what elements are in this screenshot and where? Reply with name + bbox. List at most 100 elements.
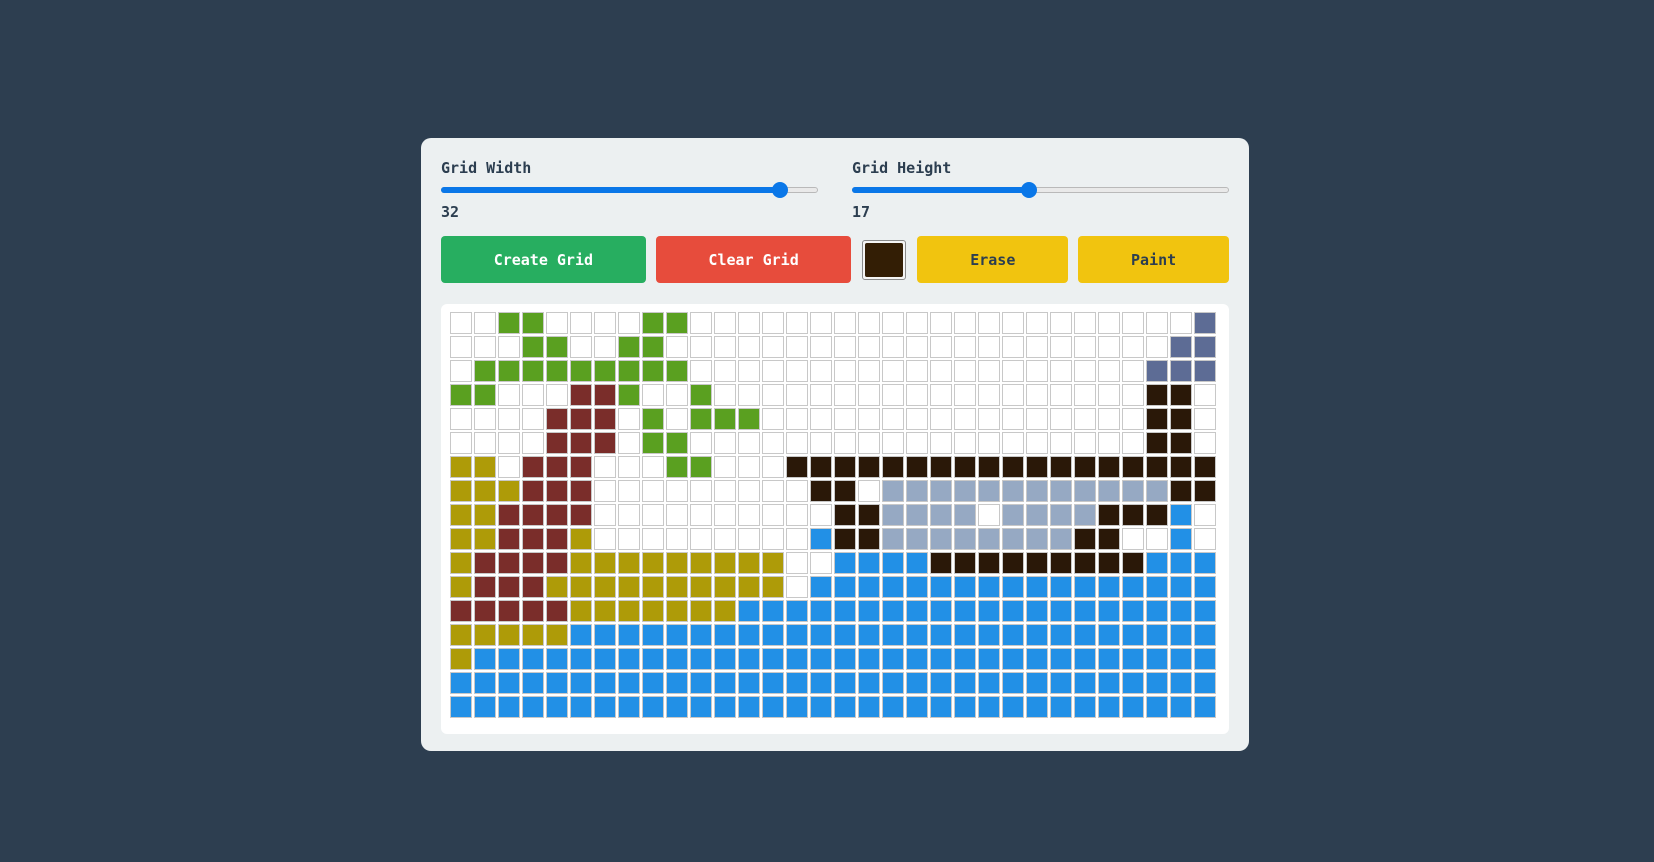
grid-cell[interactable]	[690, 624, 712, 646]
grid-cell[interactable]	[546, 600, 568, 622]
grid-cell[interactable]	[498, 432, 520, 454]
grid-cell[interactable]	[546, 312, 568, 334]
grid-cell[interactable]	[1050, 672, 1072, 694]
grid-cell[interactable]	[978, 576, 1000, 598]
grid-cell[interactable]	[546, 552, 568, 574]
grid-cell[interactable]	[1050, 696, 1072, 718]
grid-cell[interactable]	[690, 336, 712, 358]
grid-cell[interactable]	[978, 384, 1000, 406]
grid-cell[interactable]	[954, 576, 976, 598]
grid-cell[interactable]	[810, 408, 832, 430]
grid-cell[interactable]	[1074, 552, 1096, 574]
grid-cell[interactable]	[762, 672, 784, 694]
grid-cell[interactable]	[666, 312, 688, 334]
grid-cell[interactable]	[570, 360, 592, 382]
grid-cell[interactable]	[882, 336, 904, 358]
grid-cell[interactable]	[570, 480, 592, 502]
grid-cell[interactable]	[978, 504, 1000, 526]
grid-cell[interactable]	[1122, 528, 1144, 550]
grid-cell[interactable]	[522, 432, 544, 454]
grid-cell[interactable]	[690, 696, 712, 718]
grid-cell[interactable]	[666, 528, 688, 550]
grid-cell[interactable]	[738, 408, 760, 430]
grid-cell[interactable]	[1050, 384, 1072, 406]
grid-cell[interactable]	[474, 312, 496, 334]
grid-cell[interactable]	[1026, 576, 1048, 598]
grid-cell[interactable]	[762, 600, 784, 622]
grid-cell[interactable]	[450, 360, 472, 382]
grid-cell[interactable]	[666, 360, 688, 382]
grid-cell[interactable]	[1074, 360, 1096, 382]
grid-cell[interactable]	[450, 408, 472, 430]
grid-cell[interactable]	[1146, 552, 1168, 574]
grid-cell[interactable]	[642, 360, 664, 382]
grid-cell[interactable]	[714, 408, 736, 430]
grid-cell[interactable]	[882, 600, 904, 622]
grid-cell[interactable]	[1074, 576, 1096, 598]
grid-cell[interactable]	[1026, 528, 1048, 550]
grid-cell[interactable]	[930, 360, 952, 382]
grid-cell[interactable]	[1074, 384, 1096, 406]
grid-cell[interactable]	[930, 696, 952, 718]
grid-cell[interactable]	[474, 432, 496, 454]
grid-cell[interactable]	[666, 552, 688, 574]
grid-cell[interactable]	[738, 504, 760, 526]
grid-cell[interactable]	[1074, 432, 1096, 454]
grid-cell[interactable]	[642, 672, 664, 694]
grid-cell[interactable]	[450, 576, 472, 598]
grid-cell[interactable]	[1170, 504, 1192, 526]
grid-cell[interactable]	[618, 384, 640, 406]
grid-cell[interactable]	[882, 312, 904, 334]
grid-cell[interactable]	[450, 672, 472, 694]
grid-cell[interactable]	[690, 600, 712, 622]
grid-cell[interactable]	[762, 552, 784, 574]
grid-cell[interactable]	[1098, 504, 1120, 526]
grid-cell[interactable]	[690, 432, 712, 454]
grid-cell[interactable]	[594, 312, 616, 334]
grid-cell[interactable]	[642, 432, 664, 454]
grid-cell[interactable]	[738, 648, 760, 670]
grid-cell[interactable]	[450, 504, 472, 526]
grid-cell[interactable]	[690, 576, 712, 598]
grid-cell[interactable]	[858, 504, 880, 526]
grid-cell[interactable]	[1146, 672, 1168, 694]
grid-cell[interactable]	[498, 408, 520, 430]
grid-cell[interactable]	[1074, 528, 1096, 550]
grid-cell[interactable]	[1050, 600, 1072, 622]
grid-cell[interactable]	[522, 624, 544, 646]
grid-cell[interactable]	[570, 576, 592, 598]
grid-cell[interactable]	[618, 408, 640, 430]
grid-cell[interactable]	[882, 360, 904, 382]
grid-cell[interactable]	[618, 648, 640, 670]
grid-cell[interactable]	[1194, 624, 1216, 646]
grid-cell[interactable]	[1146, 528, 1168, 550]
grid-cell[interactable]	[666, 696, 688, 718]
grid-cell[interactable]	[1146, 312, 1168, 334]
grid-cell[interactable]	[1146, 336, 1168, 358]
grid-cell[interactable]	[738, 576, 760, 598]
grid-cell[interactable]	[954, 528, 976, 550]
grid-cell[interactable]	[498, 624, 520, 646]
grid-cell[interactable]	[1122, 624, 1144, 646]
grid-cell[interactable]	[546, 480, 568, 502]
grid-cell[interactable]	[1194, 408, 1216, 430]
grid-cell[interactable]	[954, 696, 976, 718]
grid-cell[interactable]	[714, 360, 736, 382]
grid-cell[interactable]	[618, 576, 640, 598]
grid-cell[interactable]	[642, 336, 664, 358]
grid-cell[interactable]	[954, 408, 976, 430]
grid-cell[interactable]	[786, 360, 808, 382]
grid-cell[interactable]	[1050, 432, 1072, 454]
grid-cell[interactable]	[834, 360, 856, 382]
grid-cell[interactable]	[930, 552, 952, 574]
grid-cell[interactable]	[450, 696, 472, 718]
grid-cell[interactable]	[1026, 696, 1048, 718]
grid-cell[interactable]	[1170, 360, 1192, 382]
grid-cell[interactable]	[618, 480, 640, 502]
grid-cell[interactable]	[978, 672, 1000, 694]
grid-cell[interactable]	[690, 360, 712, 382]
grid-cell[interactable]	[474, 576, 496, 598]
grid-cell[interactable]	[498, 360, 520, 382]
grid-cell[interactable]	[978, 552, 1000, 574]
grid-cell[interactable]	[1146, 360, 1168, 382]
